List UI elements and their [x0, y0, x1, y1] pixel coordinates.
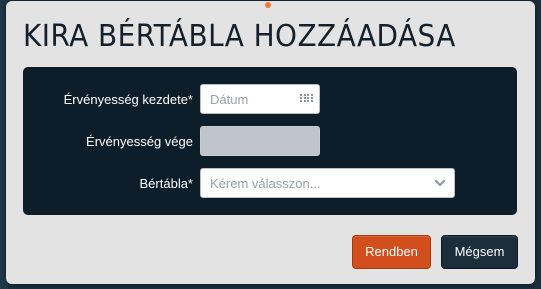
add-pay-table-dialog: KIRA BÉRTÁBLA HOZZÁADÁSA Érvényesség kez… — [6, 1, 535, 284]
cancel-button[interactable]: Mégsem — [441, 235, 518, 269]
calendar-icon[interactable] — [300, 94, 313, 105]
end-date-label: Érvényesség vége — [86, 133, 193, 149]
pay-table-placeholder: Kérem válasszon... — [210, 175, 321, 191]
pay-table-select[interactable]: Kérem válasszon... — [200, 168, 455, 198]
form-panel: Érvényesség kezdete* Dátum Érvényesség v… — [23, 67, 517, 215]
chevron-down-icon[interactable] — [435, 178, 445, 188]
pay-table-label: Bértábla* — [139, 175, 193, 191]
form-row-end-date: Érvényesség vége — [23, 125, 517, 157]
form-row-start-date: Érvényesség kezdete* Dátum — [23, 83, 517, 115]
dialog-handle — [260, 1, 276, 9]
handle-dot-icon — [265, 2, 271, 8]
ok-button[interactable]: Rendben — [352, 235, 431, 269]
start-date-input[interactable]: Dátum — [200, 84, 320, 114]
start-date-placeholder: Dátum — [210, 91, 249, 107]
end-date-input — [200, 126, 320, 156]
start-date-label: Érvényesség kezdete* — [63, 91, 193, 107]
form-row-pay-table: Bértábla* Kérem válasszon... — [23, 167, 517, 199]
dialog-title: KIRA BÉRTÁBLA HOZZÁADÁSA — [23, 19, 456, 54]
